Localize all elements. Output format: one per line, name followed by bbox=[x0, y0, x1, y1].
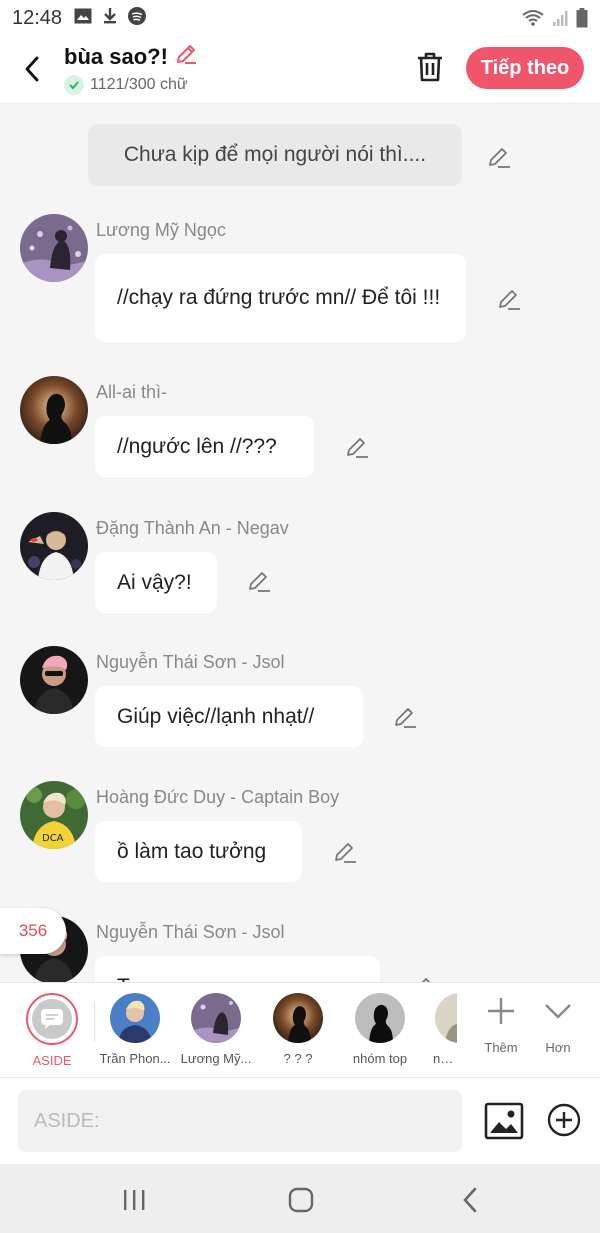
more-button[interactable]: Thêm bbox=[473, 995, 529, 1055]
message-bubble[interactable]: ồ làm tao tưởng bbox=[95, 821, 302, 882]
avatar[interactable] bbox=[20, 512, 88, 580]
recent-apps-button[interactable] bbox=[114, 1186, 154, 1214]
composer bbox=[0, 1078, 600, 1164]
editor-header: bùa sao?! 1121/300 chữ Tiếp theo bbox=[0, 36, 600, 102]
character-item[interactable]: ? ? ? bbox=[257, 993, 339, 1066]
story-title: bùa sao?! bbox=[64, 43, 168, 69]
character-item[interactable]: Trần Phon... bbox=[94, 993, 176, 1066]
word-count: 1121/300 chữ bbox=[90, 76, 188, 93]
system-nav-bar bbox=[0, 1164, 600, 1233]
story-title-area: bùa sao?! 1121/300 chữ bbox=[64, 42, 198, 95]
sender-name: Lương Mỹ Ngọc bbox=[96, 220, 226, 240]
aside-icon bbox=[32, 999, 72, 1039]
sender-name: Nguyễn Thái Sơn - Jsol bbox=[96, 652, 285, 672]
character-item[interactable]: nhó... bbox=[421, 993, 457, 1066]
signal-icon bbox=[552, 9, 568, 32]
edit-narration-button[interactable] bbox=[486, 144, 512, 170]
pencil-icon bbox=[489, 148, 510, 168]
back-button[interactable] bbox=[18, 52, 48, 86]
avatar[interactable] bbox=[20, 376, 88, 444]
expand-button[interactable]: Hơn bbox=[530, 995, 586, 1055]
image-icon bbox=[484, 1102, 524, 1140]
svg-text:DCA: DCA bbox=[42, 833, 64, 844]
chat-area[interactable]: Chưa kịp để mọi người nói thì.... Lương … bbox=[0, 102, 600, 982]
character-label: Lương Mỹ... bbox=[180, 1051, 252, 1066]
edit-message-button[interactable] bbox=[246, 568, 272, 594]
edit-message-button[interactable] bbox=[410, 974, 436, 982]
message-bubble[interactable]: Ai vậy?! bbox=[95, 552, 217, 613]
edit-title-button[interactable] bbox=[174, 42, 198, 71]
character-aside[interactable]: ASIDE bbox=[11, 993, 93, 1068]
avatar bbox=[273, 993, 323, 1043]
message-bubble[interactable]: //chạy ra đứng trước mn// Để tôi !!! bbox=[95, 254, 466, 342]
next-button[interactable]: Tiếp theo bbox=[466, 47, 584, 89]
edit-message-button[interactable] bbox=[344, 434, 370, 460]
battery-icon bbox=[576, 8, 588, 33]
sender-name: Đặng Thành An - Negav bbox=[96, 518, 289, 538]
pencil-icon bbox=[499, 290, 520, 310]
message-bubble[interactable]: T... bbox=[95, 956, 380, 982]
character-label: ASIDE bbox=[32, 1053, 72, 1068]
avatar bbox=[110, 993, 160, 1043]
counter-badge[interactable]: 356 bbox=[0, 908, 66, 954]
pencil-icon bbox=[335, 843, 356, 863]
pencil-icon bbox=[395, 708, 416, 728]
expand-label: Hơn bbox=[545, 1040, 571, 1055]
plus-circle-icon bbox=[547, 1103, 581, 1137]
sender-name: Hoàng Đức Duy - Captain Boy bbox=[96, 787, 340, 807]
sender-name: Nguyễn Thái Sơn - Jsol bbox=[96, 922, 285, 942]
avatar bbox=[355, 993, 405, 1043]
edit-message-button[interactable] bbox=[332, 839, 358, 865]
download-notification-icon bbox=[102, 7, 118, 30]
add-button[interactable] bbox=[546, 1102, 582, 1138]
pencil-icon bbox=[347, 438, 368, 458]
avatar bbox=[435, 993, 457, 1043]
character-label: Trần Phon... bbox=[99, 1051, 171, 1066]
notification-icons bbox=[74, 6, 147, 30]
edit-message-button[interactable] bbox=[496, 286, 522, 312]
character-item[interactable]: Lương Mỹ... bbox=[175, 993, 257, 1066]
plus-icon bbox=[488, 998, 514, 1024]
home-icon bbox=[288, 1187, 314, 1213]
back-nav-button[interactable] bbox=[450, 1186, 490, 1214]
avatar bbox=[191, 993, 241, 1043]
avatar[interactable] bbox=[20, 214, 88, 282]
character-label: nhóm top bbox=[352, 1051, 408, 1066]
status-time: 12:48 bbox=[12, 6, 63, 29]
system-status-icons bbox=[522, 8, 588, 33]
status-bar: 12:48 bbox=[0, 0, 600, 36]
sender-name: All-ai thì- bbox=[96, 382, 168, 402]
pencil-icon bbox=[421, 978, 431, 982]
more-label: Thêm bbox=[484, 1040, 518, 1055]
aside-input[interactable] bbox=[18, 1090, 462, 1152]
message-bubble[interactable]: Giúp việc//lạnh nhạt// bbox=[95, 686, 363, 747]
gallery-notification-icon bbox=[74, 8, 92, 29]
character-item[interactable]: nhóm top bbox=[339, 993, 421, 1066]
narration-bubble[interactable]: Chưa kịp để mọi người nói thì.... bbox=[88, 124, 462, 186]
home-button[interactable] bbox=[281, 1186, 321, 1214]
insert-image-button[interactable] bbox=[484, 1102, 524, 1140]
spotify-notification-icon bbox=[128, 6, 147, 30]
edit-message-button[interactable] bbox=[392, 704, 418, 730]
character-label: nhó... bbox=[433, 1051, 457, 1066]
chevron-down-icon bbox=[545, 1004, 571, 1019]
trash-icon bbox=[418, 52, 442, 82]
delete-button[interactable] bbox=[414, 50, 446, 84]
chevron-left-icon bbox=[25, 56, 39, 82]
character-selector-bar: ASIDE Trần Phon... Lương Mỹ... ? ? ? nhó… bbox=[0, 982, 600, 1078]
back-icon bbox=[463, 1187, 477, 1213]
avatar[interactable] bbox=[20, 646, 88, 714]
wifi-icon bbox=[522, 9, 544, 32]
pencil-icon bbox=[249, 572, 270, 592]
character-label: ? ? ? bbox=[283, 1051, 313, 1066]
avatar[interactable]: DCA bbox=[20, 781, 88, 849]
check-icon bbox=[64, 75, 84, 95]
recent-apps-icon bbox=[124, 1190, 145, 1210]
pencil-icon bbox=[176, 45, 196, 64]
message-bubble[interactable]: //ngước lên //??? bbox=[95, 416, 314, 477]
